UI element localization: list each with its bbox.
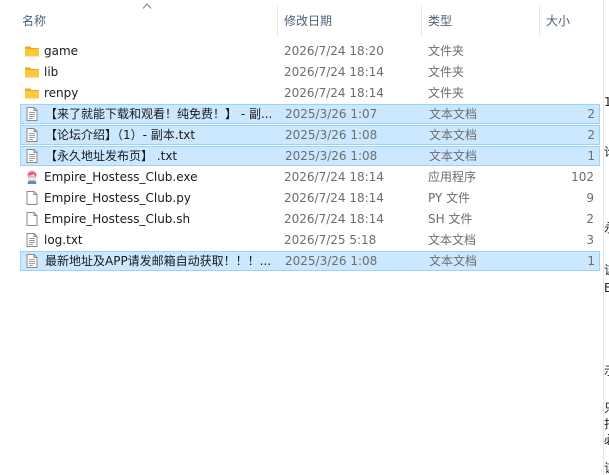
text-file-icon (24, 148, 40, 164)
preview-text-fragment: 示 (604, 365, 609, 377)
file-modified-date: 2026/7/24 18:14 (284, 170, 384, 184)
file-type: 文件夹 (428, 65, 465, 79)
file-size: 2 (587, 128, 595, 142)
file-name: game (44, 44, 79, 58)
file-row[interactable]: 最新地址及APP请发邮箱自动获取！！！... 2025/3/26 1:08 文本文档… (20, 251, 600, 271)
generic-file-icon (24, 190, 40, 206)
file-type: 文本文档 (429, 254, 478, 268)
folder-icon (24, 43, 40, 59)
preview-text-fragment: 该 (604, 264, 609, 276)
file-type: 文本文档 (429, 149, 478, 163)
folder-icon (24, 85, 40, 101)
preview-text-fragment: 扫 (604, 418, 609, 430)
column-header-type[interactable]: 类型 (428, 8, 452, 34)
file-name: Empire_Hostess_Club.exe (44, 170, 198, 184)
file-name: lib (44, 65, 59, 79)
file-modified-date: 2026/7/24 18:14 (284, 191, 384, 205)
file-modified-date: 2025/3/26 1:08 (285, 254, 378, 268)
preview-text-fragment: 永 (604, 222, 609, 234)
file-size (540, 62, 594, 82)
text-file-icon (24, 232, 40, 248)
column-header-bar: 名称 修改日期 类型 大小 (0, 0, 603, 40)
file-modified-date: 2026/7/24 18:14 (284, 212, 384, 226)
file-row[interactable]: log.txt 2026/7/25 5:18 文本文档 3 (20, 230, 600, 250)
column-header-name[interactable]: 名称 (22, 8, 46, 34)
file-size: 3 (586, 233, 594, 247)
file-type: PY 文件 (428, 191, 471, 205)
file-modified-date: 2025/3/26 1:07 (285, 107, 378, 121)
file-name: 最新地址及APP请发邮箱自动获取！！！... (45, 254, 271, 268)
preview-text-fragment: 1 (604, 95, 609, 109)
file-type: 文本文档 (429, 128, 478, 142)
file-type: 文本文档 (429, 107, 478, 121)
file-modified-date: 2026/7/24 18:14 (284, 86, 384, 100)
preview-text-fragment: 只 (604, 402, 609, 414)
file-name: log.txt (44, 233, 83, 247)
file-size: 102 (571, 170, 594, 184)
file-row[interactable]: 【论坛介绍】（1）- 副本.txt 2025/3/26 1:08 文本文档 2 (20, 125, 600, 145)
file-row[interactable]: Empire_Hostess_Club.sh 2026/7/24 18:14 SH … (20, 209, 600, 229)
file-row[interactable]: lib 2026/7/24 18:14 文件夹 (20, 62, 600, 82)
text-file-icon (24, 127, 40, 143)
file-modified-date: 2025/3/26 1:08 (285, 149, 378, 163)
file-type: 文件夹 (428, 86, 465, 100)
text-file-icon (24, 253, 40, 269)
file-name: 【来了就能下载和观看！纯免费！】 - 副... (45, 107, 271, 121)
preview-text-fragment: 论 (604, 146, 609, 158)
file-type: 文件夹 (428, 44, 465, 58)
file-row[interactable]: Empire_Hostess_Club.exe 2026/7/24 18:14 应用… (20, 167, 600, 187)
preview-pane-edge: 1论永该E示只扫必该 (604, 0, 609, 475)
folder-icon (24, 64, 40, 80)
file-size: 9 (586, 191, 594, 205)
file-type: 应用程序 (428, 170, 477, 184)
preview-text-fragment: 该 (604, 462, 609, 474)
file-size: 2 (587, 107, 595, 121)
file-name: Empire_Hostess_Club.sh (44, 212, 191, 226)
file-type: SH 文件 (428, 212, 473, 226)
column-divider[interactable] (539, 6, 540, 36)
file-size (540, 83, 594, 103)
generic-file-icon (24, 211, 40, 227)
file-modified-date: 2025/3/26 1:08 (285, 128, 378, 142)
file-modified-date: 2026/7/24 18:14 (284, 65, 384, 79)
file-type: 文本文档 (428, 233, 477, 247)
sort-ascending-icon (142, 3, 152, 9)
file-modified-date: 2026/7/24 18:20 (284, 44, 384, 58)
file-modified-date: 2026/7/25 5:18 (284, 233, 377, 247)
preview-text-fragment: E (604, 281, 609, 295)
file-row[interactable]: game 2026/7/24 18:20 文件夹 (20, 41, 600, 61)
column-divider[interactable] (421, 6, 422, 36)
file-size: 1 (587, 149, 595, 163)
file-name: 【论坛介绍】（1）- 副本.txt (45, 128, 196, 142)
file-row[interactable]: 【来了就能下载和观看！纯免费！】 - 副... 2025/3/26 1:07 文本文… (20, 104, 600, 124)
column-header-size[interactable]: 大小 (546, 8, 570, 34)
column-divider[interactable] (277, 6, 278, 36)
file-row[interactable]: renpy 2026/7/24 18:14 文件夹 (20, 83, 600, 103)
app-exe-icon (24, 169, 40, 185)
text-file-icon (24, 106, 40, 122)
preview-text-fragment: 必 (604, 434, 609, 446)
file-size: 1 (587, 254, 595, 268)
file-name: 【永久地址发布页】 .txt (45, 149, 178, 163)
file-size: 2 (586, 212, 594, 226)
file-size (540, 41, 594, 61)
file-row[interactable]: 【永久地址发布页】 .txt 2025/3/26 1:08 文本文档 1 (20, 146, 600, 166)
file-name: Empire_Hostess_Club.py (44, 191, 191, 205)
column-header-date[interactable]: 修改日期 (284, 8, 332, 34)
file-name: renpy (44, 86, 79, 100)
file-list-pane: 名称 修改日期 类型 大小 game 2026/7/24 18:20 文件夹 lib 2… (0, 0, 603, 475)
file-row[interactable]: Empire_Hostess_Club.py 2026/7/24 18:14 PY … (20, 188, 600, 208)
